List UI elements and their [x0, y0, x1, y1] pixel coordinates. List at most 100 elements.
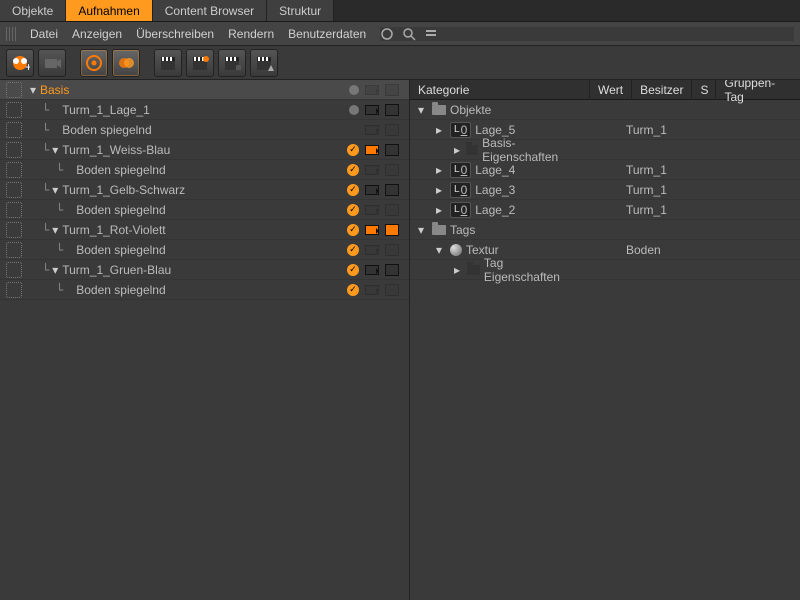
- tab-aufnahmen[interactable]: Aufnahmen: [66, 0, 152, 21]
- tree-row[interactable]: └▾Turm_1_Weiss-Blau: [0, 140, 409, 160]
- status-check-icon[interactable]: [347, 144, 359, 156]
- tree-label[interactable]: Boden spiegelnd: [76, 203, 165, 217]
- expander-icon[interactable]: ▾: [50, 183, 60, 197]
- status-check-icon[interactable]: [347, 204, 359, 216]
- clapboard-icon[interactable]: [385, 184, 399, 196]
- expander-icon[interactable]: ▾: [50, 263, 60, 277]
- take-camera-button[interactable]: [38, 49, 66, 77]
- visibility-toggle[interactable]: [6, 142, 22, 158]
- take-overlap-button[interactable]: [112, 49, 140, 77]
- visibility-toggle[interactable]: [6, 82, 22, 98]
- expander-icon[interactable]: ▸: [454, 143, 462, 157]
- visibility-toggle[interactable]: [6, 222, 22, 238]
- take-target-button[interactable]: [80, 49, 108, 77]
- tree-label[interactable]: Turm_1_Rot-Violett: [62, 223, 165, 237]
- tab-struktur[interactable]: Struktur: [267, 0, 334, 21]
- category-row[interactable]: ▾ Tags: [410, 220, 800, 240]
- status-check-icon[interactable]: [347, 224, 359, 236]
- visibility-toggle[interactable]: [6, 242, 22, 258]
- expander-icon[interactable]: ▾: [436, 243, 446, 257]
- status-check-icon[interactable]: [347, 164, 359, 176]
- menu-benutzerdaten[interactable]: Benutzerdaten: [288, 27, 366, 41]
- camera-icon[interactable]: [365, 185, 379, 195]
- tree-row[interactable]: └Turm_1_Lage_1: [0, 100, 409, 120]
- category-label[interactable]: Lage_2: [475, 203, 515, 217]
- takes-tree[interactable]: ▾Basis└Turm_1_Lage_1└Boden spiegelnd└▾Tu…: [0, 80, 410, 600]
- category-label[interactable]: Tag Eigenschaften: [484, 256, 574, 284]
- category-label[interactable]: Objekte: [450, 103, 491, 117]
- clap-4-button[interactable]: [250, 49, 278, 77]
- tree-label[interactable]: Turm_1_Lage_1: [62, 103, 150, 117]
- visibility-toggle[interactable]: [6, 262, 22, 278]
- tree-row[interactable]: └▾Turm_1_Gruen-Blau: [0, 260, 409, 280]
- category-label[interactable]: Lage_4: [475, 163, 515, 177]
- search-icon[interactable]: [402, 27, 416, 41]
- camera-icon[interactable]: [365, 225, 379, 235]
- expander-icon[interactable]: ▸: [436, 203, 446, 217]
- clap-1-button[interactable]: [154, 49, 182, 77]
- status-check-icon[interactable]: [347, 264, 359, 276]
- status-dot-icon[interactable]: [349, 105, 359, 115]
- menu-rendern[interactable]: Rendern: [228, 27, 274, 41]
- category-label[interactable]: Lage_5: [475, 123, 515, 137]
- clapboard-icon[interactable]: [385, 224, 399, 236]
- menu-flyout-icon[interactable]: [424, 27, 438, 41]
- tree-label[interactable]: Turm_1_Gelb-Schwarz: [62, 183, 185, 197]
- tree-label[interactable]: Basis: [40, 83, 69, 97]
- tab-objekte[interactable]: Objekte: [0, 0, 66, 21]
- col-kategorie[interactable]: Kategorie: [410, 80, 590, 100]
- category-label[interactable]: Lage_3: [475, 183, 515, 197]
- category-row[interactable]: ▸L0Lage_3Turm_1: [410, 180, 800, 200]
- category-row[interactable]: ▸L0Lage_2Turm_1: [410, 200, 800, 220]
- visibility-toggle[interactable]: [6, 102, 22, 118]
- col-s[interactable]: S: [692, 80, 716, 100]
- tree-label[interactable]: Turm_1_Gruen-Blau: [62, 263, 171, 277]
- tree-row[interactable]: └▾Turm_1_Gelb-Schwarz: [0, 180, 409, 200]
- status-check-icon[interactable]: [347, 184, 359, 196]
- expander-icon[interactable]: ▾: [50, 143, 60, 157]
- expander-icon[interactable]: ▸: [436, 163, 446, 177]
- visibility-toggle[interactable]: [6, 162, 22, 178]
- category-label[interactable]: Textur: [466, 243, 499, 257]
- tree-row[interactable]: └▾Turm_1_Rot-Violett: [0, 220, 409, 240]
- expander-icon[interactable]: ▸: [436, 123, 446, 137]
- category-row[interactable]: ▸L0Lage_4Turm_1: [410, 160, 800, 180]
- status-check-icon[interactable]: [347, 284, 359, 296]
- visibility-toggle[interactable]: [6, 202, 22, 218]
- camera-icon[interactable]: [365, 105, 379, 115]
- expander-icon[interactable]: ▾: [50, 223, 60, 237]
- tree-row[interactable]: └Boden spiegelnd: [0, 160, 409, 180]
- expander-icon[interactable]: ▾: [418, 223, 428, 237]
- col-gruppen-tag[interactable]: Gruppen-Tag: [716, 80, 800, 107]
- col-besitzer[interactable]: Besitzer: [632, 80, 692, 100]
- category-label[interactable]: Tags: [450, 223, 475, 237]
- status-dot-icon[interactable]: [349, 85, 359, 95]
- camera-icon[interactable]: [365, 145, 379, 155]
- visibility-toggle[interactable]: [6, 122, 22, 138]
- expander-icon[interactable]: ▸: [454, 263, 463, 277]
- tab-content-browser[interactable]: Content Browser: [153, 0, 267, 21]
- lock-icon[interactable]: [380, 27, 394, 41]
- menu-ueberschreiben[interactable]: Überschreiben: [136, 27, 214, 41]
- clapboard-icon[interactable]: [385, 104, 399, 116]
- category-row[interactable]: ▸Basis-Eigenschaften: [410, 140, 800, 160]
- tree-row[interactable]: └Boden spiegelnd: [0, 280, 409, 300]
- category-label[interactable]: Basis-Eigenschaften: [482, 136, 574, 164]
- take-new-button[interactable]: +: [6, 49, 34, 77]
- visibility-toggle[interactable]: [6, 182, 22, 198]
- expander-icon[interactable]: ▾: [28, 83, 38, 97]
- expander-icon[interactable]: ▾: [418, 103, 428, 117]
- expander-icon[interactable]: ▸: [436, 183, 446, 197]
- clap-2-button[interactable]: [186, 49, 214, 77]
- menu-anzeigen[interactable]: Anzeigen: [72, 27, 122, 41]
- col-wert[interactable]: Wert: [590, 80, 632, 100]
- category-row[interactable]: ▸Tag Eigenschaften: [410, 260, 800, 280]
- tree-row[interactable]: └Boden spiegelnd: [0, 200, 409, 220]
- clapboard-icon[interactable]: [385, 144, 399, 156]
- tree-label[interactable]: Boden spiegelnd: [76, 283, 165, 297]
- clap-3-button[interactable]: [218, 49, 246, 77]
- camera-icon[interactable]: [365, 265, 379, 275]
- clapboard-icon[interactable]: [385, 264, 399, 276]
- tree-row[interactable]: └Boden spiegelnd: [0, 120, 409, 140]
- status-check-icon[interactable]: [347, 244, 359, 256]
